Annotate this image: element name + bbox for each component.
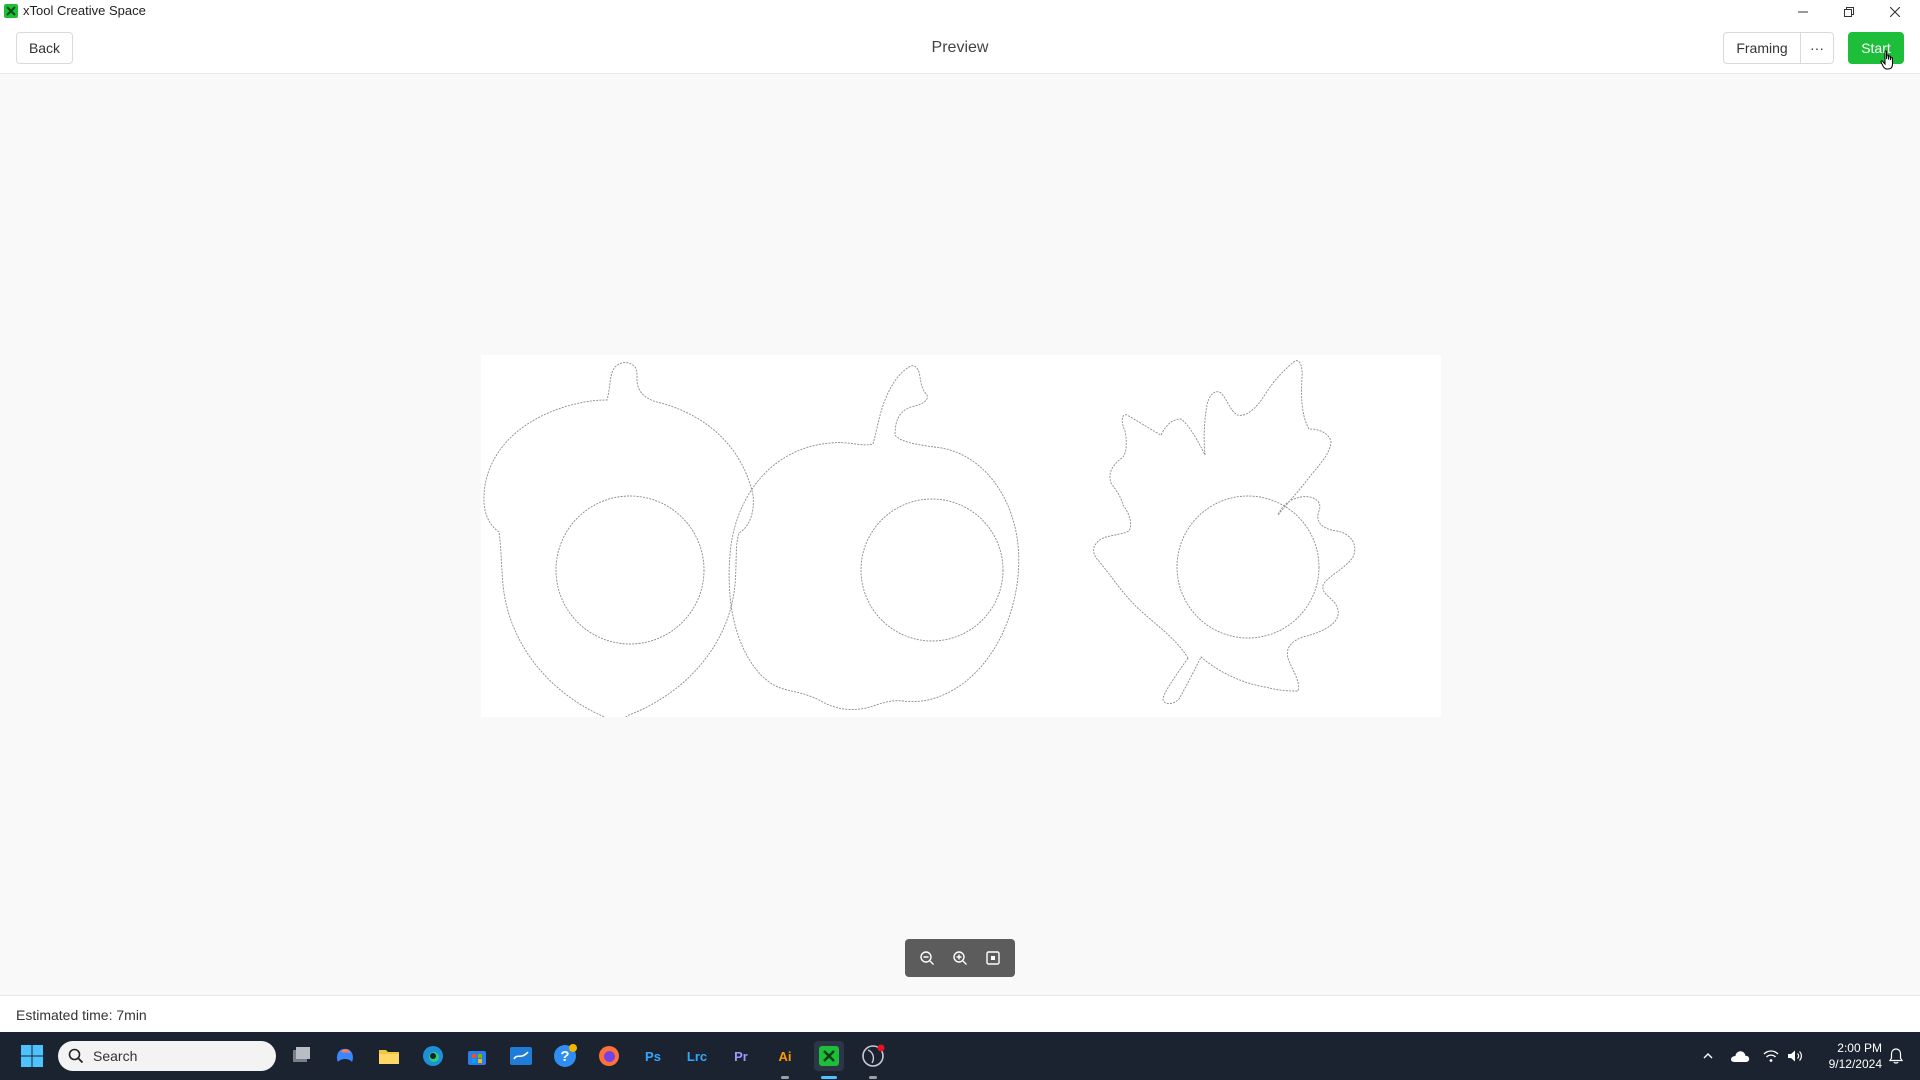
minimize-button[interactable]	[1780, 0, 1826, 23]
window-title: xTool Creative Space	[23, 3, 146, 18]
illustrator-icon: Ai	[778, 1048, 792, 1064]
preview-canvas[interactable]	[0, 74, 1920, 994]
search-icon	[68, 1048, 84, 1064]
start-menu-button[interactable]	[17, 1041, 47, 1071]
xtool-active-indicator	[821, 1076, 837, 1079]
sketch-app-icon	[510, 1047, 532, 1065]
help-icon: ?	[554, 1044, 577, 1067]
chrome-like-button[interactable]	[858, 1041, 888, 1071]
photoshop-icon: Ps	[645, 1048, 661, 1064]
firefox-icon	[599, 1046, 619, 1066]
page-title: Preview	[931, 39, 989, 56]
task-view-icon	[293, 1047, 310, 1062]
apple-outline	[728, 365, 1020, 710]
copilot-icon	[336, 1048, 354, 1062]
folder-icon	[379, 1050, 399, 1064]
zoom-out-button[interactable]	[914, 945, 940, 971]
zoom-out-icon	[920, 951, 935, 965]
restore-button[interactable]	[1826, 0, 1872, 23]
svg-text:?: ?	[560, 1048, 569, 1065]
zoom-toolbar	[905, 939, 1015, 977]
windows-taskbar: Search ? Ps Lrc Pr Ai 2:00 PM 9/12/2024	[0, 1032, 1920, 1080]
edge-browser-icon	[423, 1046, 443, 1066]
window-titlebar: xTool Creative Space	[0, 0, 1920, 23]
help-app-button[interactable]: ?	[550, 1041, 580, 1071]
browser-app-icon	[862, 1044, 885, 1067]
clock-date: 9/12/2024	[1828, 1057, 1882, 1071]
onedrive-button[interactable]	[1726, 1032, 1754, 1080]
bell-icon	[1889, 1048, 1903, 1064]
speaker-icon	[1788, 1050, 1802, 1062]
wifi-button[interactable]	[1760, 1032, 1782, 1080]
chevron-up-icon	[1703, 1053, 1713, 1059]
store-icon	[468, 1051, 486, 1065]
photoshop-button[interactable]: Ps	[638, 1041, 668, 1071]
more-options-button[interactable]: ···	[1800, 32, 1834, 64]
maple-leaf-outline	[1093, 360, 1356, 705]
back-button[interactable]: Back	[16, 32, 73, 64]
cloud-icon	[1731, 1051, 1750, 1062]
taskbar-search[interactable]: Search	[58, 1041, 276, 1071]
taskbar-clock[interactable]: 2:00 PM 9/12/2024	[1806, 1040, 1882, 1072]
tray-overflow-button[interactable]	[1696, 1032, 1720, 1080]
zoom-in-icon	[953, 951, 967, 965]
xtool-taskbar-button[interactable]	[814, 1041, 844, 1071]
close-window-button[interactable]	[1872, 0, 1918, 23]
search-placeholder: Search	[93, 1048, 138, 1064]
premiere-icon: Pr	[734, 1048, 748, 1064]
framing-button[interactable]: Framing	[1723, 32, 1801, 64]
app-sketch-button[interactable]	[506, 1041, 536, 1071]
task-view-button[interactable]	[286, 1041, 316, 1071]
xtool-logo-icon	[4, 4, 18, 18]
notifications-button[interactable]	[1882, 1032, 1910, 1080]
premiere-button[interactable]: Pr	[726, 1041, 756, 1071]
hand-cursor-icon	[1880, 50, 1893, 70]
lightroom-classic-button[interactable]: Lrc	[682, 1041, 712, 1071]
volume-button[interactable]	[1784, 1032, 1806, 1080]
fit-screen-icon	[985, 951, 1000, 965]
windows-logo-icon	[21, 1045, 43, 1067]
preview-header: Back Preview Framing ··· Start	[0, 23, 1920, 74]
file-explorer-button[interactable]	[374, 1041, 404, 1071]
fit-to-screen-button[interactable]	[980, 945, 1006, 971]
status-bar: Estimated time: 7min	[0, 995, 1920, 1032]
copilot-button[interactable]	[330, 1041, 360, 1071]
edge-button[interactable]	[418, 1041, 448, 1071]
minimize-icon	[1798, 11, 1808, 12]
zoom-in-button[interactable]	[947, 945, 973, 971]
lightroom-icon: Lrc	[686, 1048, 708, 1064]
acorn-outline	[483, 362, 754, 722]
clock-time: 2:00 PM	[1837, 1041, 1882, 1055]
close-icon	[1890, 6, 1900, 17]
illustrator-running-indicator	[781, 1076, 789, 1079]
illustrator-button[interactable]: Ai	[770, 1041, 800, 1071]
xtool-app-icon	[819, 1046, 839, 1066]
store-button[interactable]	[462, 1041, 492, 1071]
estimated-time-label: Estimated time: 7min	[16, 1007, 147, 1023]
artboard	[481, 355, 1441, 722]
browser-running-indicator	[869, 1076, 877, 1079]
wifi-icon	[1763, 1050, 1779, 1062]
firefox-button[interactable]	[594, 1041, 624, 1071]
restore-icon	[1844, 6, 1854, 17]
